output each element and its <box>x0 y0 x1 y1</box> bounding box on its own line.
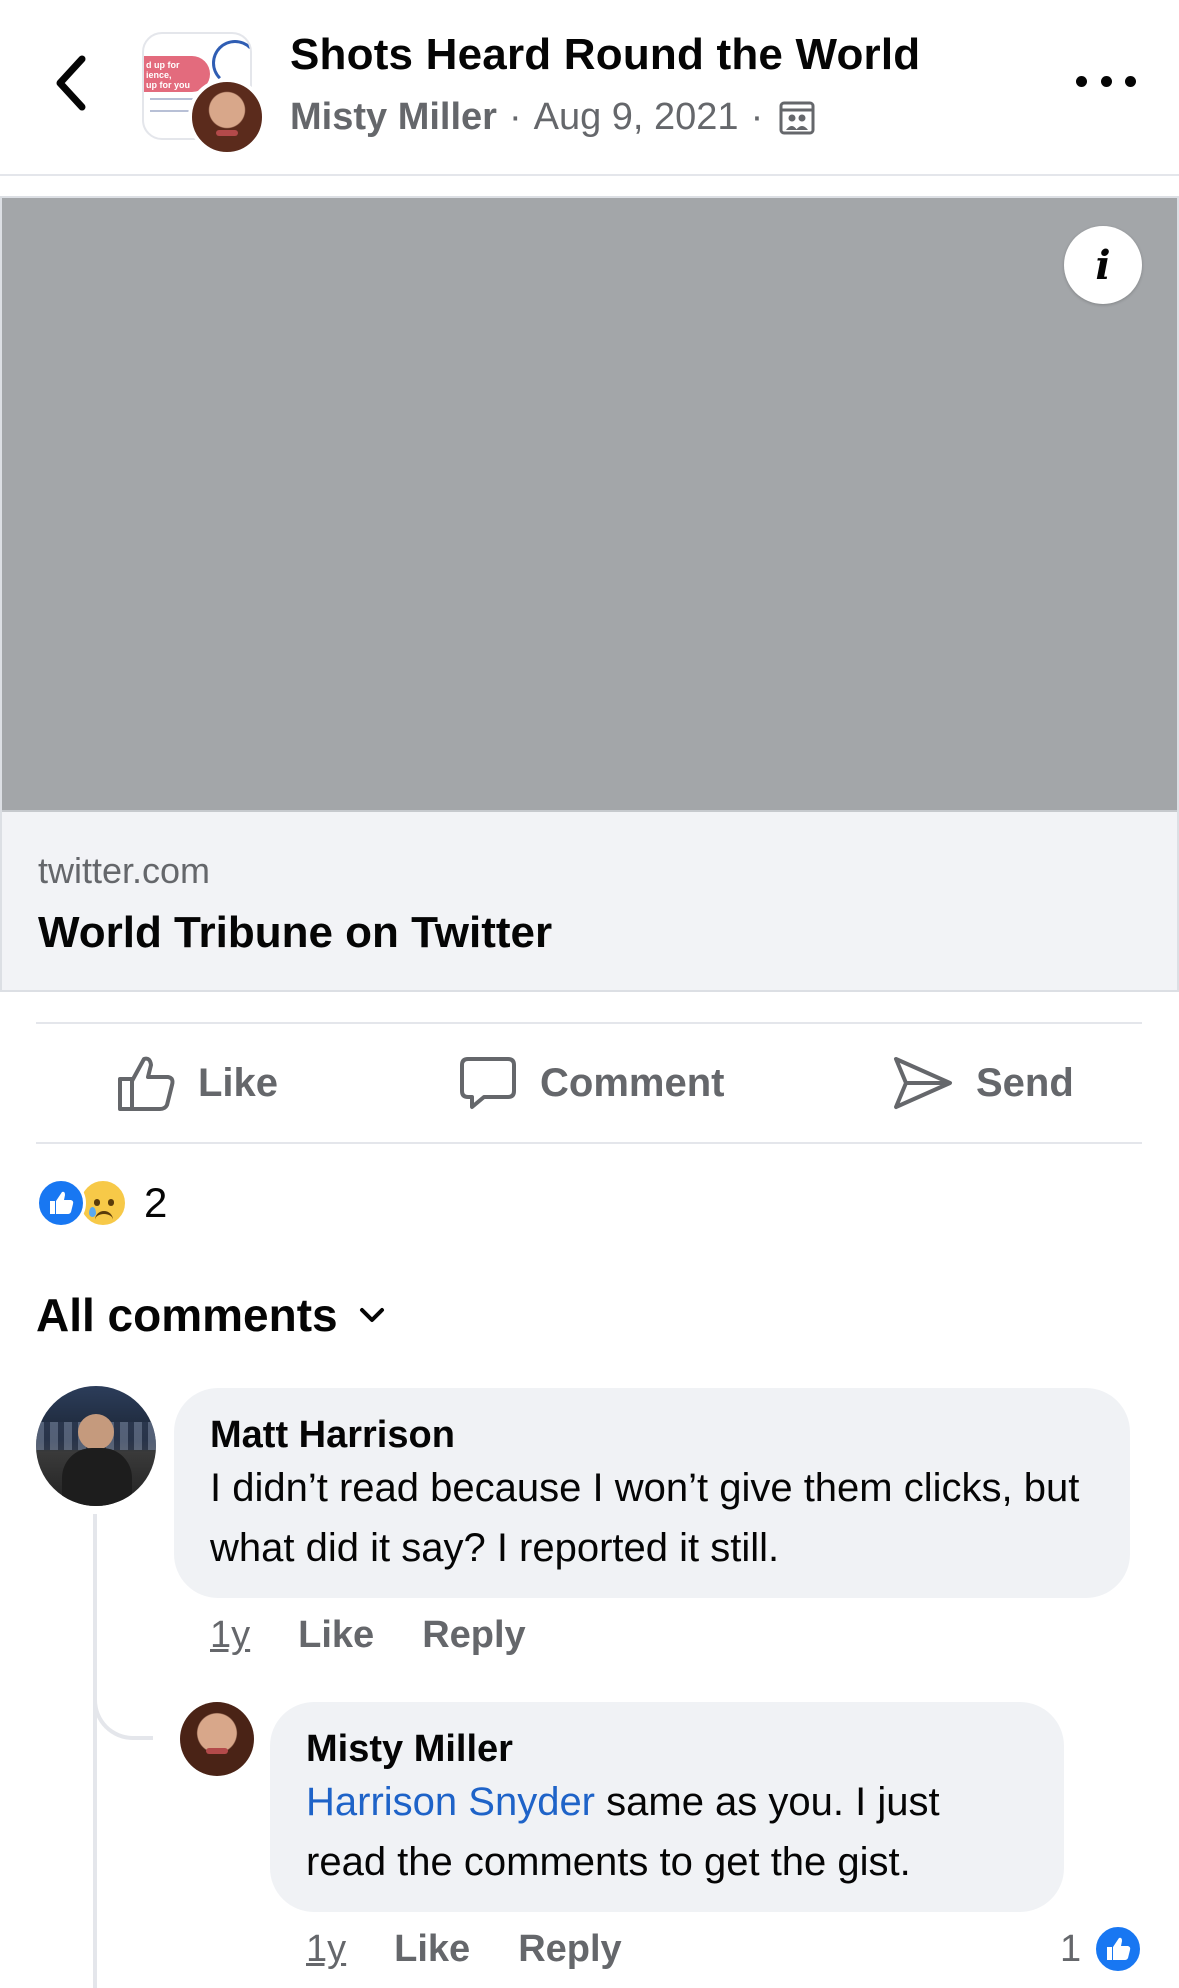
reply-bubble[interactable]: Misty Miller Harrison Snyder same as you… <box>270 1702 1064 1912</box>
send-button[interactable]: Send <box>892 1024 1074 1142</box>
dot-icon <box>1125 75 1136 87</box>
commenter-avatar[interactable] <box>36 1386 156 1506</box>
reply-time[interactable]: 1y <box>306 1928 346 1971</box>
comment-text: I didn’t read because I won’t give them … <box>210 1466 1080 1570</box>
post-meta: Misty Miller · Aug 9, 2021 · <box>290 96 815 139</box>
reply-mention-link[interactable]: Harrison Snyder <box>306 1780 595 1824</box>
comment-meta: 1y Like Reply <box>210 1614 526 1657</box>
thread-connector-curve <box>93 1660 153 1740</box>
thumbs-up-icon <box>118 1056 175 1111</box>
meta-separator: · <box>750 96 764 138</box>
like-button[interactable]: Like <box>116 1024 278 1142</box>
comments-filter-dropdown[interactable]: All comments <box>36 1288 386 1342</box>
comment-author[interactable]: Matt Harrison <box>210 1412 1094 1458</box>
group-audience-icon <box>779 101 815 134</box>
thread-connector <box>93 1514 97 1988</box>
send-icon <box>894 1057 952 1109</box>
link-domain: twitter.com <box>38 850 211 891</box>
comment-button[interactable]: Comment <box>458 1024 724 1142</box>
chevron-down-icon <box>359 1308 384 1322</box>
post-action-bar: Like Comment Send <box>36 1022 1142 1144</box>
reply-text: Harrison Snyder same as you. I just read… <box>306 1772 1028 1892</box>
reaction-count: 2 <box>144 1179 168 1226</box>
dot-icon <box>1100 75 1112 87</box>
comment-bubble[interactable]: Matt Harrison I didn’t read because I wo… <box>174 1388 1130 1598</box>
like-label: Like <box>198 1060 279 1105</box>
like-reaction-icon <box>1093 1924 1144 1974</box>
info-button[interactable]: i <box>1064 226 1142 304</box>
comment-reply-button[interactable]: Reply <box>422 1614 525 1657</box>
reply-like-button[interactable]: Like <box>394 1928 470 1971</box>
reply-like-number: 1 <box>1060 1927 1082 1970</box>
link-title[interactable]: World Tribune on Twitter <box>38 908 552 958</box>
comment-bubble-icon <box>460 1057 516 1109</box>
link-preview-card[interactable]: i twitter.com World Tribune on Twitter <box>0 196 1179 992</box>
reply-author-avatar[interactable] <box>180 1702 254 1776</box>
reply-meta: 1y Like Reply <box>306 1928 622 1971</box>
author-name[interactable]: Misty Miller <box>290 96 497 139</box>
comments-filter-label: All comments <box>36 1289 338 1341</box>
author-avatar[interactable] <box>188 78 266 156</box>
chevron-left-icon <box>56 55 86 111</box>
post-header: d up for ience, up for you Shots Heard Rou… <box>0 0 1179 176</box>
comment-like-button[interactable]: Like <box>298 1614 374 1657</box>
back-button[interactable] <box>40 48 100 118</box>
group-title[interactable]: Shots Heard Round the World <box>290 30 920 80</box>
link-preview-image[interactable]: i <box>2 198 1177 812</box>
like-reaction-icon <box>36 1178 86 1228</box>
reply-reply-button[interactable]: Reply <box>518 1928 621 1971</box>
dot-icon <box>1076 75 1087 87</box>
comment-label: Comment <box>540 1060 725 1105</box>
reply-like-count[interactable]: 1 <box>1060 1924 1144 1974</box>
more-options-button[interactable] <box>1076 66 1136 96</box>
comment-time[interactable]: 1y <box>210 1614 250 1657</box>
post-date[interactable]: Aug 9, 2021 <box>534 96 739 139</box>
meta-separator: · <box>508 96 522 138</box>
reply-author[interactable]: Misty Miller <box>306 1726 1028 1772</box>
reactions-summary[interactable]: 2 <box>36 1176 167 1230</box>
group-thumbnail-text: d up for ience, up for you <box>146 60 190 90</box>
send-label: Send <box>976 1060 1074 1105</box>
